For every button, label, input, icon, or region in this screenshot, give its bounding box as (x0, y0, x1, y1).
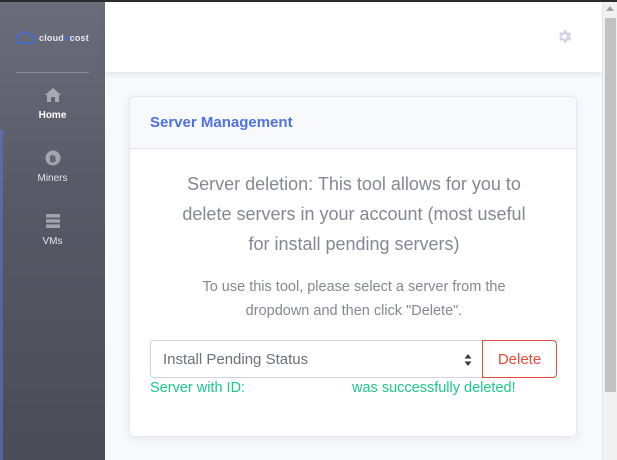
success-message-prefix: Server with ID: (150, 380, 246, 396)
topbar (105, 2, 602, 72)
tool-instructions-line: dropdown and then click "Delete". (245, 303, 463, 319)
sidebar-item-label: Home (38, 110, 67, 121)
sidebar: cloud●cost Home ฿ Miners VMs (0, 0, 105, 460)
tool-description-line: delete servers in your account (most use… (182, 204, 526, 224)
sidebar-divider (16, 72, 89, 73)
gear-icon[interactable] (556, 28, 573, 45)
window-top-border (0, 0, 617, 2)
server-management-card: Server Management Server deletion: This … (129, 96, 577, 437)
scrollbar-thumb[interactable] (605, 18, 616, 392)
page-scrollbar[interactable] (602, 2, 617, 460)
tool-instructions: To use this tool, please select a server… (150, 275, 558, 323)
card-title: Server Management (150, 114, 293, 131)
sidebar-item-label: VMs (42, 236, 63, 247)
tool-description-line: Server deletion: This tool allows for yo… (187, 174, 521, 194)
logo[interactable]: cloud●cost (16, 30, 89, 46)
success-message-suffix: was successfully deleted! (352, 380, 516, 396)
delete-button[interactable]: Delete (482, 340, 557, 378)
select-caret-icon (464, 354, 472, 366)
sidebar-item-miners[interactable]: ฿ Miners (0, 149, 105, 184)
card-header: Server Management (130, 97, 576, 149)
app-window: cloud●cost Home ฿ Miners VMs Server Mana… (0, 0, 617, 460)
svg-text:฿: ฿ (49, 154, 56, 165)
sidebar-item-vms[interactable]: VMs (0, 212, 105, 247)
tool-description: Server deletion: This tool allows for yo… (150, 169, 558, 259)
server-select[interactable]: Install Pending Status (150, 340, 483, 378)
logo-text: cloud●cost (39, 33, 89, 43)
cloud-logo-icon (16, 31, 36, 44)
logo-text-cloud: cloud (39, 33, 64, 43)
server-select-value: Install Pending Status (163, 350, 309, 368)
home-icon (44, 88, 61, 102)
sidebar-item-label: Miners (37, 173, 68, 184)
logo-text-cost: cost (69, 33, 89, 43)
bitcoin-icon: ฿ (45, 150, 60, 166)
scroll-up-arrow-icon[interactable] (606, 6, 614, 11)
tool-description-line: for install pending servers) (248, 234, 460, 254)
sidebar-item-home[interactable]: Home (0, 86, 105, 121)
server-icon (45, 214, 60, 228)
tool-instructions-line: To use this tool, please select a server… (202, 279, 506, 295)
